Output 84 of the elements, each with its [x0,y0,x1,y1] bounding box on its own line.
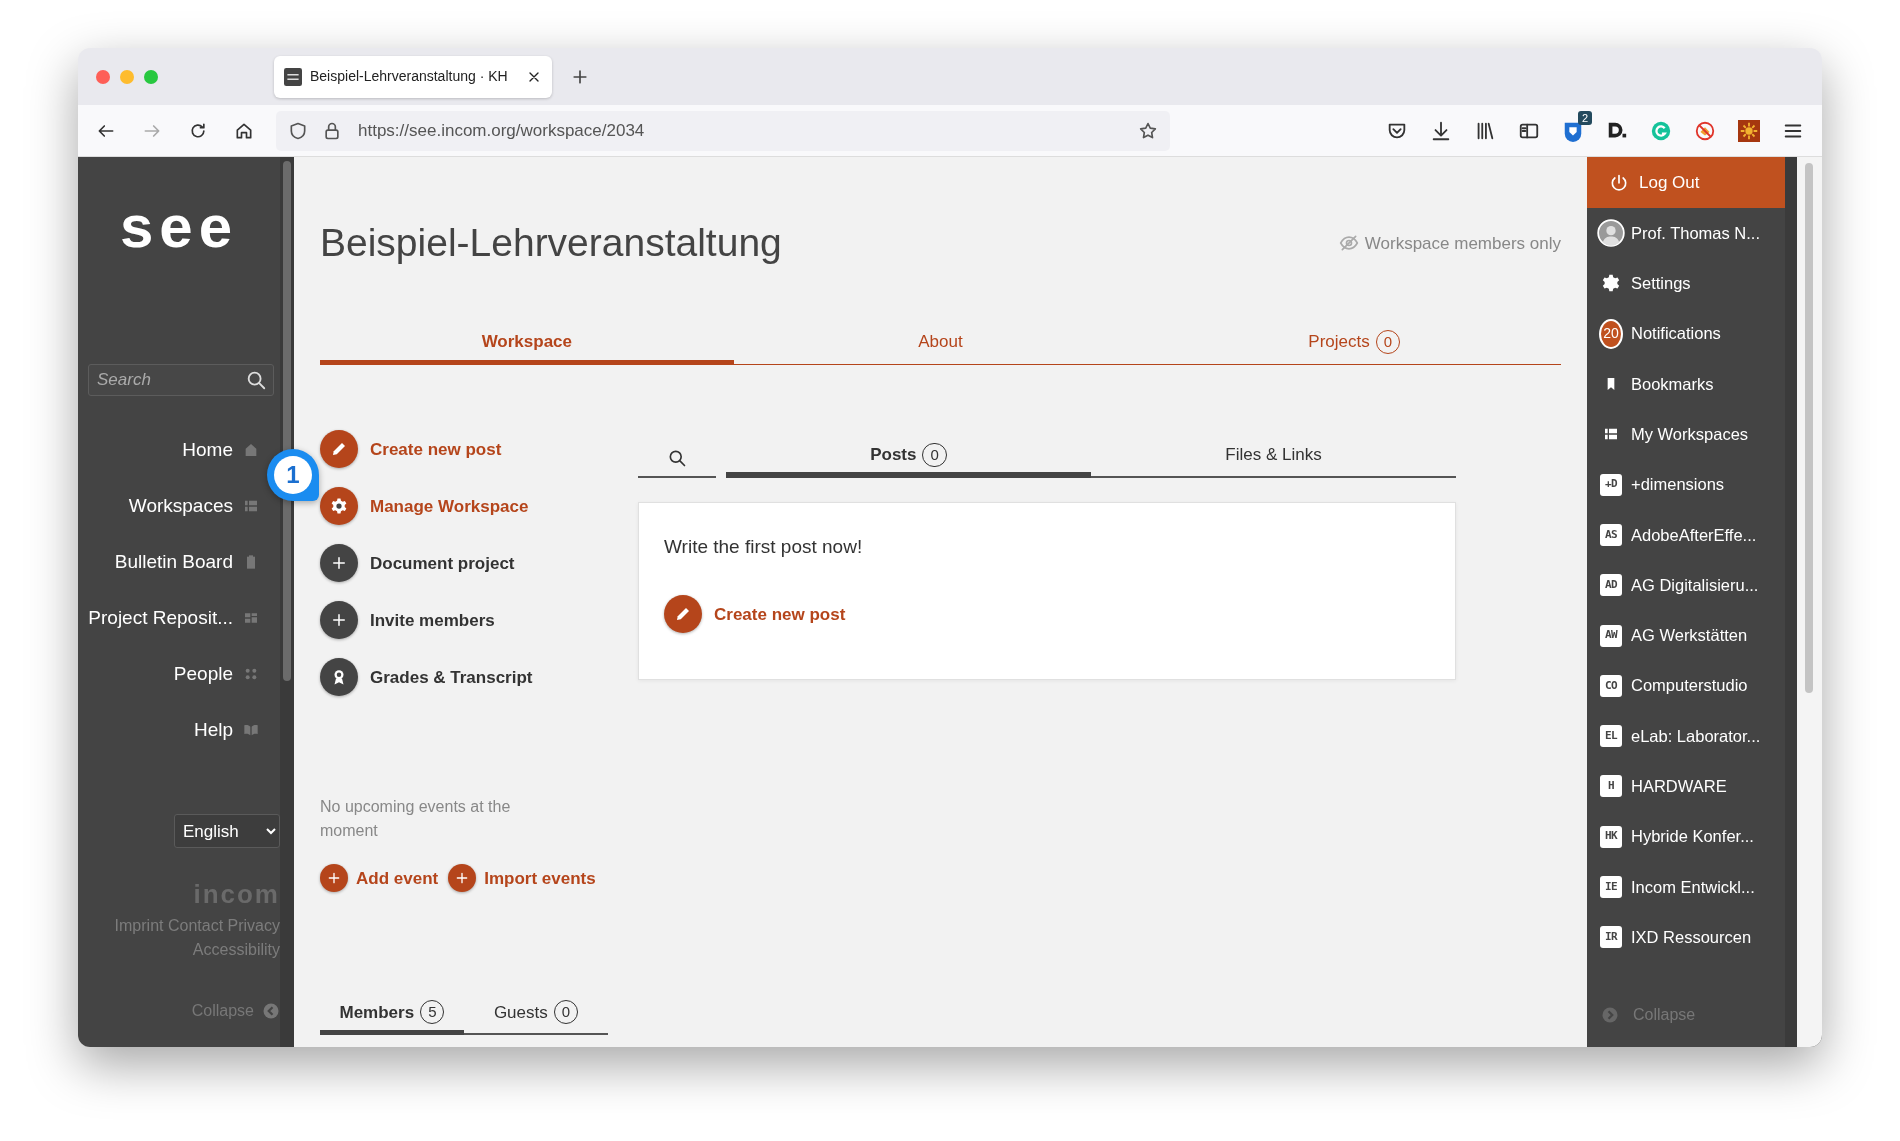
close-button[interactable] [96,69,110,84]
event-button[interactable]: Add event [320,864,439,893]
nav-link[interactable]: Bulletin Board [78,534,259,590]
dots-icon [243,666,259,682]
workspace-initials: IE [1600,876,1622,898]
nav-link[interactable]: Prof. Thomas N... [1587,208,1785,259]
nav-link[interactable]: Bookmarks [1587,358,1785,410]
nav-link[interactable]: AW AG Werkstätten [1587,610,1785,661]
workspace-initials: +D [1600,473,1622,496]
blocked-icon[interactable] [1694,119,1716,142]
empty-posts-text: Write the first post now! [664,534,864,559]
favicon-icon [284,67,302,86]
nav-link[interactable]: My Workspaces [1587,409,1785,460]
book-icon [243,722,259,738]
nav-link[interactable]: +D +dimensions [1587,459,1785,510]
search-input[interactable]: Search [95,366,215,394]
language-select[interactable]: English [174,814,280,848]
workspace-initials: AD [1600,574,1622,597]
logo[interactable]: see [78,197,280,257]
nav-link[interactable]: Home [78,422,259,478]
workspace-initials: IR [1600,926,1622,949]
browser-tab[interactable]: Beispiel-Lehrveranstaltung · KH [274,55,552,98]
tab[interactable]: Posts 0 [726,442,1091,478]
scrollbar-thumb[interactable] [1805,163,1813,693]
power-icon [1609,172,1629,193]
tab[interactable]: About [733,328,1148,366]
page-title: Beispiel-Lehrveranstaltung [320,220,782,266]
extension-badge: 2 [1577,110,1592,125]
nav-link[interactable]: 20 Notifications [1587,308,1785,359]
action-link[interactable]: Invite members [320,601,608,640]
event-button[interactable]: Import events [448,864,596,893]
nav-link[interactable]: Project Reposit... [78,590,259,646]
nav-link[interactable]: IR IXD Ressourcen [1587,912,1785,963]
nav-link[interactable]: CO Computerstudio [1587,660,1785,711]
tab-title: Beispiel-Lehrveranstaltung · KH [310,67,509,86]
notification-count: 20 [1599,318,1623,349]
eye-crossed-icon [1338,233,1359,254]
create-post-link[interactable]: Create new post [664,595,846,634]
url-field[interactable]: https://see.incom.org/workspace/2034 [356,116,1124,145]
settings-icon [1601,273,1621,294]
workspace-initials: AW [1600,624,1622,647]
workspace-initials: EL [1600,725,1622,748]
address-bar[interactable]: https://see.incom.org/workspace/2034 [276,110,1170,151]
nav-link[interactable]: Workspaces [78,478,259,534]
workspace-initials: CO [1600,674,1622,697]
sun-extension-icon[interactable] [1738,119,1760,142]
action-link[interactable]: Document project [320,544,608,583]
nav-link[interactable]: Settings [1587,258,1785,309]
tab[interactable]: Guests 0 [464,999,608,1035]
download-icon[interactable] [1430,119,1452,142]
nav-link[interactable]: HK Hybride Konfer... [1587,811,1785,862]
nav-link[interactable]: H HARDWARE [1587,761,1785,812]
nav-link[interactable]: IE Incom Entwickl... [1587,861,1785,913]
nav-link[interactable]: Help [78,702,259,758]
shield-icon [288,120,308,141]
nav-link[interactable]: AD AG Digitalisieru... [1587,560,1785,611]
search-field[interactable]: Search [88,364,274,396]
grid-icon [243,610,259,626]
logout-button[interactable]: Log Out [1587,157,1785,208]
settings-icon [330,497,348,516]
tab[interactable]: Members 5 [320,999,464,1035]
action-link[interactable]: Manage Workspace [320,487,608,526]
action-link[interactable]: Create new post [320,430,608,469]
workspace-initials: HK [1600,825,1622,848]
list-icon [243,498,259,514]
tab[interactable]: Workspace [320,328,734,366]
workspace-initials: AS [1600,523,1622,546]
search-icon [245,369,267,391]
visibility-label: Workspace members only [1364,232,1561,255]
tab[interactable]: Files & Links [1091,442,1456,478]
tab[interactable]: Projects 0 [1147,328,1561,366]
star-icon[interactable] [1138,120,1158,141]
workspace-initials: H [1600,775,1622,798]
home-icon [243,442,259,458]
lock-icon [322,120,342,141]
avatar-icon [1597,219,1625,248]
chevron-left-icon [262,1002,280,1020]
chevron-right-icon [1601,1006,1619,1024]
nav-link[interactable]: EL eLab: Laborator... [1587,710,1785,762]
step-number: 1 [274,456,312,494]
action-link[interactable]: Grades & Transcript [320,658,608,697]
nav-link[interactable]: AS AdobeAfterEffe... [1587,509,1785,561]
nav-link[interactable]: People [78,646,259,702]
empty-events-text: No upcoming events at the moment [320,797,512,842]
